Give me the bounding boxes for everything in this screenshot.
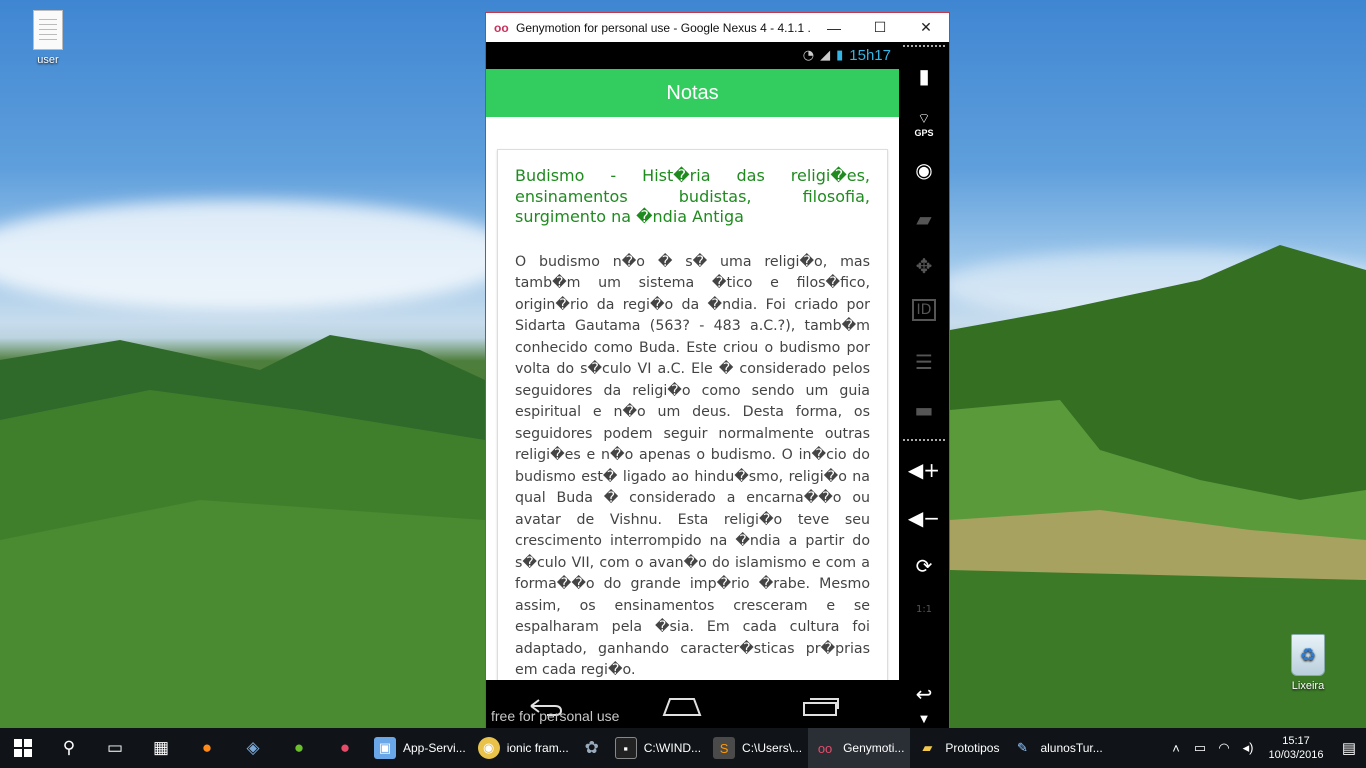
device-id-tool-icon[interactable]: ID [899, 299, 949, 321]
gps-tool-icon[interactable]: ⌔ GPS [899, 110, 949, 138]
signal-icon: ◢ [820, 48, 831, 63]
document-icon [33, 10, 63, 50]
volume-icon[interactable]: ◂) [1236, 740, 1260, 756]
divider [903, 45, 945, 47]
desktop-icon-label: user [37, 54, 59, 66]
taskbar-app-label: Prototipos [945, 741, 1000, 755]
watermark-text: free for personal use [491, 708, 620, 724]
taskbar-app[interactable]: S C:\Users\... [707, 728, 808, 768]
notifications-icon[interactable]: ▤ [1332, 739, 1366, 757]
start-button[interactable] [0, 728, 46, 768]
taskbar-app-label: alunosTur... [1040, 741, 1103, 755]
taskbar-app-label: App-Servi... [403, 741, 466, 755]
wifi-tray-icon[interactable]: ◠ [1212, 740, 1236, 756]
webcam-tool-icon[interactable]: ◉ [899, 158, 949, 182]
sublime-icon: S [713, 737, 736, 759]
taskbar-app-label: ionic fram... [506, 741, 569, 755]
taskbar-app[interactable]: ▪ C:\WIND... [609, 728, 707, 768]
wifi-icon: ◔ [802, 48, 815, 63]
utorrent-icon[interactable]: ● [276, 728, 322, 768]
scroll-down-icon[interactable]: ▼ [899, 714, 949, 725]
android-status-bar: ◔ ◢ ▮ 15h17 [486, 42, 899, 69]
app-header: Notas [486, 69, 899, 117]
battery-tray-icon[interactable]: ▭ [1188, 740, 1212, 756]
chevron-up-icon[interactable]: ˄ [1164, 741, 1188, 756]
desktop-icon-label: Lixeira [1291, 680, 1325, 692]
recent-apps-icon[interactable] [800, 695, 860, 717]
volume-up-icon[interactable]: ◀+ [899, 458, 949, 482]
rotate-icon[interactable]: ⟳ [899, 554, 949, 578]
cmd-icon: ▪ [614, 737, 637, 759]
note-card[interactable]: Budismo - Hist�ria das religi�es, ensina… [497, 149, 888, 680]
status-time: 15h17 [849, 47, 891, 64]
genymotion-window: oo Genymotion for personal use - Google … [485, 12, 950, 732]
paint-icon: ✎ [1017, 740, 1028, 755]
clock-time: 15:17 [1282, 735, 1310, 747]
battery-icon: ▮ [836, 48, 844, 63]
taskbar-app-label: C:\Users\... [742, 741, 803, 755]
note-title: Budismo - Hist�ria das religi�es, ensina… [515, 166, 870, 226]
network-tool-icon[interactable]: ☰ [899, 350, 949, 374]
id-label: ID [911, 299, 937, 321]
taskbar: ⚲ ▭ ▦ ● ◈ ● ● ▣ App-Servi... ◉ ionic fra… [0, 728, 1366, 768]
search-icon[interactable]: ⚲ [46, 728, 92, 768]
window-titlebar[interactable]: oo Genymotion for personal use - Google … [486, 13, 949, 42]
battery-tool-icon[interactable]: ▮ [899, 64, 949, 88]
task-view-icon[interactable]: ▭ [92, 728, 138, 768]
taskbar-app[interactable]: ▰ Prototipos [910, 728, 1005, 768]
maximize-button[interactable]: ☐ [857, 13, 903, 42]
gps-label: GPS [914, 128, 934, 138]
system-tray: ˄ ▭ ◠ ◂) 15:17 10/03/2016 ▤ [1164, 728, 1366, 768]
capture-tool-icon[interactable]: ▰ [899, 207, 949, 231]
clock[interactable]: 15:17 10/03/2016 [1260, 734, 1332, 762]
box-icon: ▣ [374, 737, 396, 759]
divider [903, 439, 945, 441]
close-button[interactable]: ✕ [903, 13, 949, 42]
dpad-tool-icon[interactable]: ✥ [899, 254, 949, 278]
taskbar-app[interactable]: ✎ alunosTur... [1005, 728, 1108, 768]
taskbar-app-label: C:\WIND... [643, 741, 702, 755]
desktop-icon-user[interactable]: user [18, 10, 78, 66]
sms-tool-icon[interactable]: ▬ [899, 398, 949, 422]
recycle-bin-icon [1291, 634, 1325, 676]
store-icon[interactable]: ▦ [138, 728, 184, 768]
note-body: O budismo n�o � s� uma religi�o, mas tam… [515, 253, 870, 679]
desktop-icon-recycle-bin[interactable]: Lixeira [1278, 634, 1338, 692]
windows-icon [14, 739, 32, 757]
chrome-icon: ◉ [477, 737, 500, 759]
note-content[interactable]: Budismo - Hist�ria das religi�es, ensina… [486, 117, 899, 680]
volume-down-icon[interactable]: ◀− [899, 506, 949, 530]
minimize-button[interactable]: — [811, 13, 857, 42]
git-icon[interactable]: ✿ [575, 728, 609, 768]
taskbar-app-label: Genymoti... [843, 741, 905, 755]
scale-tool-icon[interactable]: 1:1 [899, 604, 949, 615]
android-nav-bar [486, 680, 899, 732]
taskbar-app[interactable]: ◉ ionic fram... [472, 728, 575, 768]
back-tool-icon[interactable]: ↩ [899, 682, 949, 706]
firefox-icon[interactable]: ● [184, 728, 230, 768]
postgres-icon[interactable]: ◈ [230, 728, 276, 768]
window-title: Genymotion for personal use - Google Nex… [516, 20, 811, 35]
genymotion-toolbar: ▮ ⌔ GPS ◉ ▰ ✥ ID ☰ ▬ ◀+ ◀− ⟳ 1:1 ↩ ▼ [899, 42, 949, 732]
app-title: Notas [666, 81, 719, 104]
genymotion-launcher-icon[interactable]: ● [322, 728, 368, 768]
taskbar-app-active[interactable]: oo Genymoti... [808, 728, 911, 768]
scale-label: 1:1 [915, 604, 933, 615]
genymotion-icon: oo [494, 20, 509, 35]
taskbar-app[interactable]: ▣ App-Servi... [368, 728, 472, 768]
device-screen: ◔ ◢ ▮ 15h17 Notas Budismo - Hist�ria das… [486, 42, 899, 732]
folder-icon: ▰ [922, 740, 933, 755]
clock-date: 10/03/2016 [1268, 749, 1324, 761]
genymotion-icon: oo [817, 740, 833, 756]
home-nav-icon[interactable] [662, 695, 722, 717]
